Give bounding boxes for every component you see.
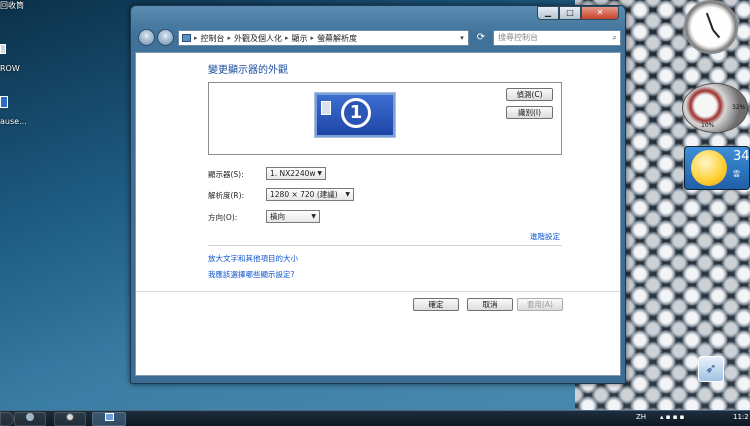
taskbar-app-chrome[interactable]	[54, 412, 86, 426]
content-pane: 變更顯示器的外觀 1 偵測(C) 識別(I) 顯示器(S): 1. NX2240…	[135, 52, 621, 376]
control-panel-icon	[182, 34, 191, 42]
close-button[interactable]: ✕	[581, 6, 619, 20]
weather-condition: 雲	[733, 170, 740, 178]
cancel-button[interactable]: 取消	[467, 298, 513, 311]
display-select-value: 1. NX2240w	[270, 169, 316, 178]
resolution-label: 解析度(R):	[208, 191, 245, 200]
display-select[interactable]: 1. NX2240w ▼	[266, 167, 326, 180]
orientation-label: 方向(O):	[208, 213, 238, 222]
ime-indicator[interactable]: ZH	[636, 413, 646, 421]
apply-button[interactable]: 套用(A)	[517, 298, 563, 311]
orientation-select-value: 橫向	[270, 212, 285, 221]
text-size-link[interactable]: 放大文字和其他項目的大小	[208, 253, 298, 264]
bird-app-icon[interactable]: ➶	[698, 356, 724, 382]
detect-button[interactable]: 偵測(C)	[506, 88, 553, 101]
file-icon	[0, 44, 6, 54]
address-bar[interactable]: ▸ 控制台 ▸ 外觀及個人化 ▸ 顯示 ▸ 螢幕解析度 ▾	[178, 30, 469, 46]
taskbar-app-1[interactable]	[14, 412, 46, 426]
display-label: 顯示器(S):	[208, 170, 244, 179]
monitor-thumbnail-icon	[321, 101, 331, 115]
which-settings-link[interactable]: 我應該選擇哪些顯示設定?	[208, 269, 294, 280]
desktop-icon-3[interactable]	[0, 96, 8, 110]
breadcrumb-control-panel[interactable]: 控制台	[201, 33, 225, 44]
clock-minute-hand	[712, 29, 721, 39]
address-dropdown-icon[interactable]: ▾	[456, 34, 468, 42]
breadcrumb-display[interactable]: 顯示	[292, 33, 308, 44]
taskbar-app-control-panel[interactable]	[92, 412, 126, 426]
cpu-meter-gadget[interactable]: 10% 32%	[682, 83, 748, 133]
breadcrumb-screen-resolution[interactable]: 螢幕解析度	[317, 33, 357, 44]
display-preview-area: 1 偵測(C) 識別(I)	[208, 82, 562, 155]
identify-button[interactable]: 識別(I)	[506, 106, 553, 119]
browser-icon	[66, 413, 74, 421]
ok-button[interactable]: 確定	[413, 298, 459, 311]
desktop-icon-recycle-bin[interactable]: 回收筒	[0, 0, 24, 11]
screen-resolution-window: ▁ □ ✕ ‹ › ▸ 控制台 ▸ 外觀及個人化 ▸ 顯示 ▸ 螢幕解析度 ▾ …	[130, 5, 626, 384]
cpu-usage-text: 10%	[701, 122, 715, 129]
clock-gadget[interactable]	[684, 0, 738, 54]
divider	[208, 245, 562, 246]
minimize-button[interactable]: ▁	[537, 6, 559, 20]
taskbar: ZH ▴ ▪ ▪ ▪ 11:2	[0, 410, 750, 426]
refresh-icon[interactable]: ⟳	[474, 30, 488, 46]
sun-icon	[691, 150, 727, 186]
search-icon[interactable]: ⌕	[613, 31, 617, 45]
resolution-select-value: 1280 × 720 (建議)	[270, 190, 338, 199]
monitor-number-badge: 1	[341, 98, 371, 128]
desktop-icon-label: ause...	[0, 117, 27, 126]
memory-usage-text: 32%	[732, 104, 746, 111]
advanced-settings-link[interactable]: 進階設定	[530, 231, 560, 242]
control-panel-icon	[104, 413, 114, 421]
back-button[interactable]: ‹	[138, 29, 155, 46]
app-icon	[26, 413, 34, 421]
breadcrumb-appearance[interactable]: 外觀及個人化	[234, 33, 282, 44]
desktop: 回收筒 ROW ause... 10% 32% 34 雲 ➶ ▁ □ ✕ ‹ ›	[0, 0, 750, 426]
search-input[interactable]: 搜尋控制台 ⌕	[493, 30, 621, 46]
desktop-icon-row[interactable]: ROW	[0, 64, 20, 73]
desktop-icon-pause[interactable]: ause...	[0, 117, 27, 126]
weather-temperature: 34	[733, 149, 750, 164]
maximize-button[interactable]: □	[559, 6, 581, 20]
desktop-icon-2[interactable]	[0, 44, 6, 56]
orientation-select[interactable]: 橫向 ▼	[266, 210, 320, 223]
page-title: 變更顯示器的外觀	[208, 65, 288, 76]
forward-button[interactable]: ›	[157, 29, 174, 46]
navigation-toolbar: ‹ › ▸ 控制台 ▸ 外觀及個人化 ▸ 顯示 ▸ 螢幕解析度 ▾ ⟳ 搜尋控制…	[135, 27, 621, 49]
start-button[interactable]	[0, 412, 14, 426]
chevron-down-icon: ▼	[345, 191, 350, 198]
weather-gadget[interactable]: 34 雲	[684, 146, 750, 190]
clock-hour-hand	[705, 12, 714, 31]
desktop-icon-label: 回收筒	[0, 1, 24, 10]
search-placeholder: 搜尋控制台	[498, 33, 538, 42]
taskbar-clock[interactable]: 11:2	[733, 413, 749, 421]
caption-buttons: ▁ □ ✕	[537, 6, 619, 20]
app-icon	[0, 96, 8, 108]
chevron-down-icon: ▼	[311, 213, 316, 220]
footer-divider	[136, 291, 620, 292]
tray-icons[interactable]: ▴ ▪ ▪ ▪	[660, 413, 684, 421]
chevron-down-icon: ▼	[317, 170, 322, 177]
resolution-select[interactable]: 1280 × 720 (建議) ▼	[266, 188, 354, 201]
desktop-icon-label: ROW	[0, 64, 20, 73]
monitor-1-preview[interactable]: 1	[314, 92, 396, 138]
